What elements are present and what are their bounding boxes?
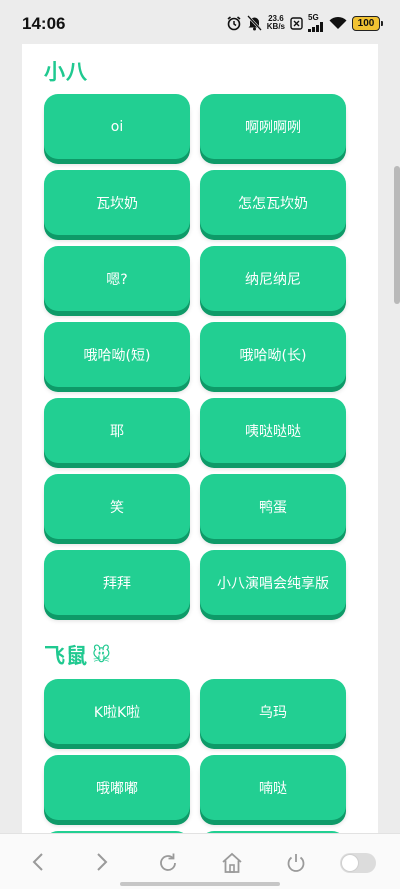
sound-button[interactable]: 小八演唱会纯享版 bbox=[200, 550, 346, 615]
mute-bell-icon bbox=[246, 15, 262, 31]
refresh-icon[interactable] bbox=[157, 852, 179, 878]
sound-button[interactable]: 笑 bbox=[44, 474, 190, 539]
home-icon[interactable] bbox=[221, 852, 243, 878]
section-title-text: 飞鼠 bbox=[44, 644, 88, 668]
status-bar: 14:06 23.6 KB/s 5G 100 bbox=[0, 0, 400, 44]
sound-button[interactable]: 纳尼纳尼 bbox=[200, 246, 346, 311]
net-speed-unit: KB/s bbox=[266, 22, 285, 31]
alarm-icon bbox=[226, 15, 242, 31]
forward-icon[interactable] bbox=[94, 852, 110, 876]
sound-button[interactable]: 耶 bbox=[44, 398, 190, 463]
home-indicator[interactable] bbox=[120, 882, 280, 886]
battery-icon: 100 bbox=[352, 15, 383, 31]
back-icon[interactable] bbox=[30, 852, 46, 876]
status-time: 14:06 bbox=[22, 14, 66, 33]
sound-button[interactable]: 怎怎瓦坎奶 bbox=[200, 170, 346, 235]
mouse-icon: 🐭 bbox=[92, 644, 112, 666]
sound-button[interactable]: 哦哈呦(长) bbox=[200, 322, 346, 387]
section-title-xiaoba: 小八 bbox=[44, 56, 88, 86]
sound-button[interactable]: 嗯? bbox=[44, 246, 190, 311]
browser-bottom-bar bbox=[0, 833, 400, 889]
scrollbar[interactable] bbox=[394, 166, 400, 304]
sound-button[interactable]: 哦嘟嘟 bbox=[44, 755, 190, 820]
button-grid-xiaoba: oi 啊咧啊咧 瓦坎奶 怎怎瓦坎奶 嗯? 纳尼纳尼 哦哈呦(短) 哦哈呦(长) 耶咦哒哒哒笑鸭蛋… bbox=[44, 94, 347, 615]
signal-icon: 5G bbox=[308, 14, 324, 32]
status-icons: 23.6 KB/s 5G 100 bbox=[226, 13, 383, 33]
toggle-knob bbox=[341, 854, 359, 872]
sound-button[interactable]: 咦哒哒哒 bbox=[200, 398, 346, 463]
toggle-switch[interactable] bbox=[340, 853, 376, 873]
sound-button[interactable]: 乌玛 bbox=[200, 679, 346, 744]
sound-button[interactable]: 拜拜 bbox=[44, 550, 190, 615]
sound-button[interactable]: 鸭蛋 bbox=[200, 474, 346, 539]
sound-button[interactable]: 瓦坎奶 bbox=[44, 170, 190, 235]
close-box-icon bbox=[290, 16, 303, 30]
sound-button[interactable]: oi bbox=[44, 94, 190, 159]
sound-button[interactable]: 啊咧啊咧 bbox=[200, 94, 346, 159]
section-title-text: 小八 bbox=[44, 60, 88, 84]
power-icon[interactable] bbox=[285, 852, 307, 878]
button-grid-feishu: K啦K啦 乌玛 哦嘟嘟 喃哒 bbox=[44, 679, 347, 833]
sound-button[interactable]: K啦K啦 bbox=[44, 679, 190, 744]
page-content: 小八 oi 啊咧啊咧 瓦坎奶 怎怎瓦坎奶 嗯? 纳尼纳尼 哦哈呦(短) 哦哈呦(长) 耶咦哒哒哒… bbox=[22, 44, 378, 833]
wifi-icon bbox=[329, 16, 347, 30]
sound-button[interactable]: 喃哒 bbox=[200, 755, 346, 820]
net-type: 5G bbox=[308, 13, 319, 22]
section-title-feishu: 飞鼠 🐭 bbox=[44, 640, 112, 670]
net-speed: 23.6 KB/s bbox=[267, 15, 285, 31]
sound-button[interactable]: 哦哈呦(短) bbox=[44, 322, 190, 387]
